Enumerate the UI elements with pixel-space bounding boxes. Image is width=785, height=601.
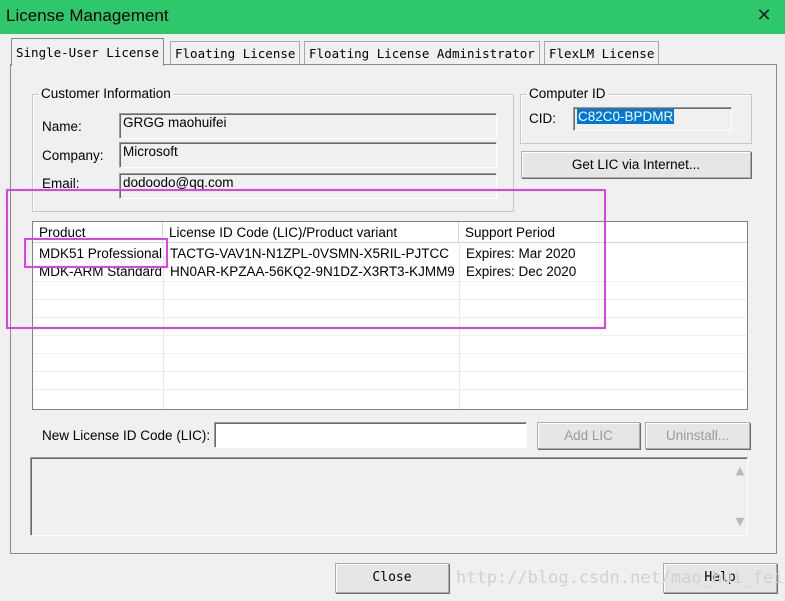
license-list-header: Product License ID Code (LIC)/Product va…	[33, 222, 747, 243]
scroll-up-icon[interactable]: ▲	[733, 464, 747, 478]
license-list[interactable]: Product License ID Code (LIC)/Product va…	[32, 221, 748, 410]
tab-flexlm-license[interactable]: FlexLM License	[544, 41, 660, 65]
window-title: License Management	[6, 6, 169, 25]
new-lic-input[interactable]	[214, 422, 527, 448]
row-divider	[33, 299, 747, 300]
column-header-support-period[interactable]: Support Period	[459, 222, 747, 242]
product-cell: MDK-ARM Standard	[39, 264, 163, 279]
email-field[interactable]: dodoodo@qq.com	[119, 173, 497, 199]
close-button[interactable]: Close	[335, 563, 449, 593]
column-divider	[163, 242, 164, 409]
row-divider	[33, 353, 747, 354]
scroll-down-icon[interactable]: ▼	[733, 515, 747, 529]
tab-single-user-license[interactable]: Single-User License	[11, 38, 164, 66]
add-lic-button[interactable]: Add LIC	[537, 422, 640, 449]
lic-cell: HN0AR-KPZAA-56KQ2-9N1DZ-X3RT3-KJMM9	[170, 264, 455, 279]
company-label: Company:	[42, 148, 104, 163]
tab-floating-license[interactable]: Floating License	[170, 41, 301, 65]
row-divider	[33, 371, 747, 372]
row-divider	[33, 335, 747, 336]
product-cell: MDK51 Professional	[39, 246, 163, 261]
title-bar: License Management ✕	[0, 0, 785, 34]
close-window-icon[interactable]: ✕	[750, 5, 778, 27]
uninstall-button[interactable]: Uninstall...	[645, 422, 750, 449]
new-lic-label: New License ID Code (LIC):	[42, 428, 211, 443]
computer-id-label: Computer ID	[527, 86, 608, 101]
column-header-lic[interactable]: License ID Code (LIC)/Product variant	[163, 222, 459, 242]
tab-floating-license-administrator[interactable]: Floating License Administrator	[304, 41, 540, 65]
support-period-cell: Expires: Dec 2020	[466, 264, 577, 279]
support-period-cell: Expires: Mar 2020	[466, 246, 576, 261]
watermark: http://blog.csdn.net/mao_hui_fei	[456, 568, 784, 588]
cid-value: C82C0-BPDMR	[577, 109, 675, 124]
row-divider	[33, 281, 747, 282]
email-label: Email:	[42, 176, 80, 191]
column-divider	[459, 242, 460, 409]
row-divider	[33, 389, 747, 390]
message-box[interactable]: ▲ ▼	[30, 457, 748, 536]
lic-cell: TACTG-VAV1N-N1ZPL-0VSMN-X5RIL-PJTCC	[170, 246, 450, 261]
name-label: Name:	[42, 119, 82, 134]
name-field[interactable]: GRGG maohuifei	[119, 113, 497, 139]
column-header-product[interactable]: Product	[33, 222, 163, 242]
cid-field[interactable]: C82C0-BPDMR	[573, 107, 732, 131]
customer-information-label: Customer Information	[39, 86, 173, 101]
cid-label: CID:	[529, 111, 556, 126]
get-lic-via-internet-button[interactable]: Get LIC via Internet...	[521, 151, 751, 178]
company-field[interactable]: Microsoft	[119, 142, 497, 168]
row-divider	[33, 317, 747, 318]
